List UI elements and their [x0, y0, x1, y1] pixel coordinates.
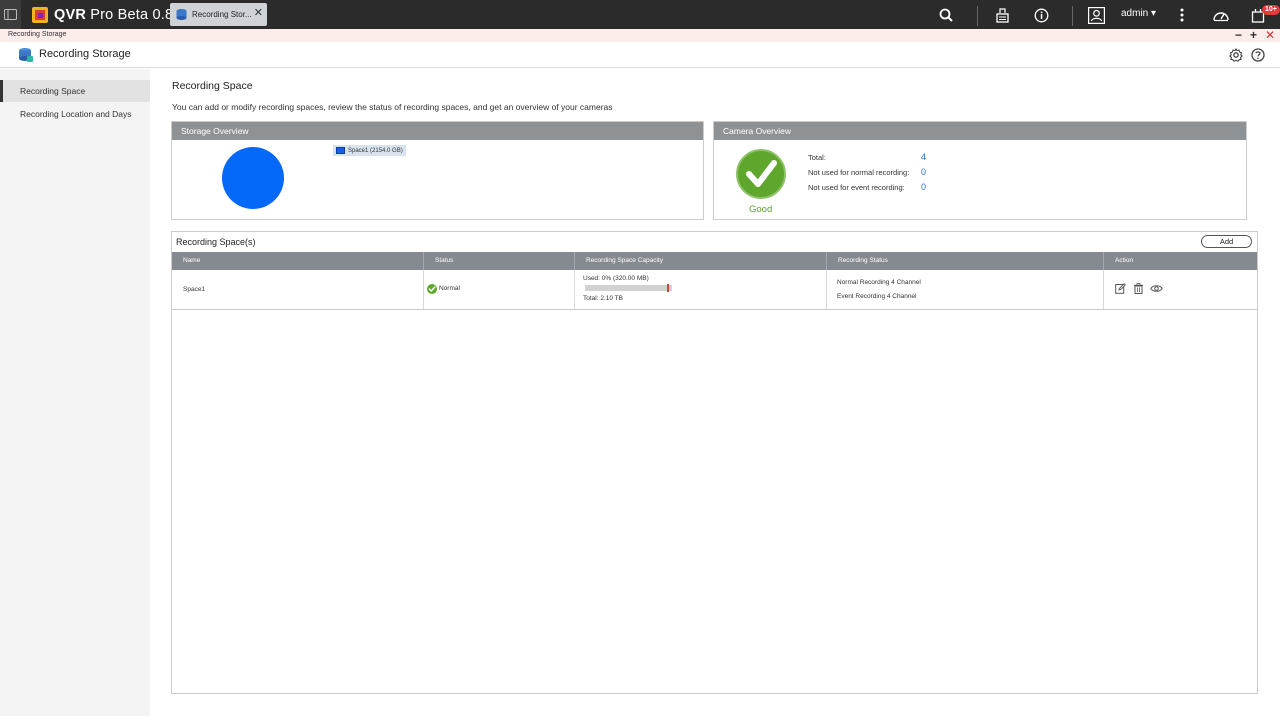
sidebar: Recording Space Recording Location and D… [0, 69, 150, 716]
camera-normal-unused-value: 0 [921, 167, 927, 177]
camera-normal-unused-label: Not used for normal recording: [808, 168, 910, 177]
camera-overview-panel: Camera Overview Good Total: 4 Not used f… [713, 121, 1247, 220]
capacity-bar [585, 284, 672, 292]
storage-icon [176, 9, 187, 20]
page-title: Recording Space [172, 80, 253, 92]
legend-label: Space1 (2154.0 GB) [348, 147, 403, 154]
cell-status: Normal [424, 270, 575, 309]
space-name: Space1 [183, 286, 206, 293]
table-header: Name Status Recording Space Capacity Rec… [172, 252, 1257, 270]
used-text: Used: 0% (320.00 MB) [583, 275, 649, 282]
maximize-icon[interactable]: + [1250, 28, 1257, 42]
camera-status-label: Good [749, 204, 773, 215]
app-name: QVR Pro Beta 0.8 [54, 6, 174, 23]
search-icon[interactable] [937, 6, 955, 24]
good-status-icon [736, 149, 786, 199]
info-icon[interactable] [1032, 6, 1050, 24]
help-icon[interactable] [1251, 48, 1265, 62]
storage-legend-item: Space1 (2154.0 GB) [333, 145, 406, 156]
page-description: You can add or modify recording spaces, … [172, 102, 613, 112]
event-recording-text: Event Recording 4 Channel [837, 293, 917, 300]
top-bar: QVR Pro Beta 0.8 Recording Stor... ✕ adm… [0, 0, 1280, 29]
recording-storage-icon [19, 48, 33, 62]
window-title: Recording Storage [8, 31, 67, 38]
app-title: Recording Storage [39, 48, 131, 60]
dashboard-icon[interactable] [1212, 6, 1230, 24]
task-icon[interactable] [993, 6, 1011, 24]
close-icon[interactable]: ✕ [1265, 28, 1275, 42]
column-header-name[interactable]: Name [172, 252, 424, 270]
app-header: Recording Storage [0, 42, 1280, 68]
user-avatar-icon[interactable] [1087, 6, 1105, 24]
menu-icon [4, 9, 17, 20]
camera-overview-title: Camera Overview [714, 122, 1246, 140]
more-options-icon[interactable] [1173, 6, 1191, 24]
add-button[interactable]: Add [1201, 235, 1252, 248]
tab-close-icon[interactable]: ✕ [254, 6, 263, 19]
storage-overview-panel: Storage Overview Space1 (2154.0 GB) [171, 121, 704, 220]
gear-icon[interactable] [1229, 48, 1243, 62]
sidebar-item-recording-space[interactable]: Recording Space [0, 80, 150, 102]
table-row[interactable]: Space1 Normal Used: 0% (320.00 MB) Total… [172, 270, 1257, 310]
username-label: admin [1121, 8, 1149, 19]
column-header-recording-status[interactable]: Recording Status [827, 252, 1104, 270]
camera-total-label: Total: [808, 153, 826, 162]
tab-label: Recording Stor... [192, 10, 252, 19]
column-header-action: Action [1115, 257, 1134, 264]
column-header-capacity[interactable]: Recording Space Capacity [575, 252, 827, 270]
separator [977, 6, 978, 26]
cell-recording-status: Normal Recording 4 Channel Event Recordi… [827, 270, 1104, 309]
cell-name: Space1 [172, 270, 424, 309]
user-menu[interactable]: admin ▾ [1121, 8, 1156, 19]
chevron-down-icon: ▾ [1151, 8, 1157, 19]
cell-capacity: Used: 0% (320.00 MB) Total: 2.10 TB [575, 270, 827, 309]
main-menu-button[interactable] [0, 0, 21, 29]
minimize-icon[interactable]: − [1235, 28, 1242, 42]
window-title-bar: Recording Storage − + ✕ [0, 28, 1280, 42]
separator [1072, 6, 1073, 26]
capacity-threshold-marker [667, 284, 669, 292]
camera-total-value: 4 [921, 152, 927, 162]
total-text: Total: 2.10 TB [583, 295, 623, 302]
storage-overview-title: Storage Overview [172, 122, 703, 140]
camera-event-unused-value: 0 [921, 182, 927, 192]
normal-status-icon [427, 284, 437, 294]
notification-badge: 10+ [1262, 5, 1280, 15]
sidebar-item-recording-location-and-days[interactable]: Recording Location and Days [0, 103, 150, 125]
trash-icon[interactable] [1133, 283, 1144, 294]
column-header-status[interactable]: Status [424, 252, 575, 270]
cell-action [1104, 270, 1257, 309]
legend-swatch [336, 147, 345, 154]
storage-pie-chart [222, 147, 284, 209]
recording-spaces-panel: Recording Space(s) Add Name Status Recor… [171, 231, 1258, 694]
normal-recording-text: Normal Recording 4 Channel [837, 279, 921, 286]
qvr-logo-icon [32, 6, 48, 23]
camera-event-unused-label: Not used for event recording: [808, 183, 905, 192]
recording-spaces-title: Recording Space(s) [176, 237, 256, 247]
eye-icon[interactable] [1150, 283, 1163, 294]
edit-icon[interactable] [1115, 283, 1126, 294]
status-text: Normal [439, 285, 460, 292]
tab-recording-storage[interactable]: Recording Stor... ✕ [170, 3, 267, 26]
